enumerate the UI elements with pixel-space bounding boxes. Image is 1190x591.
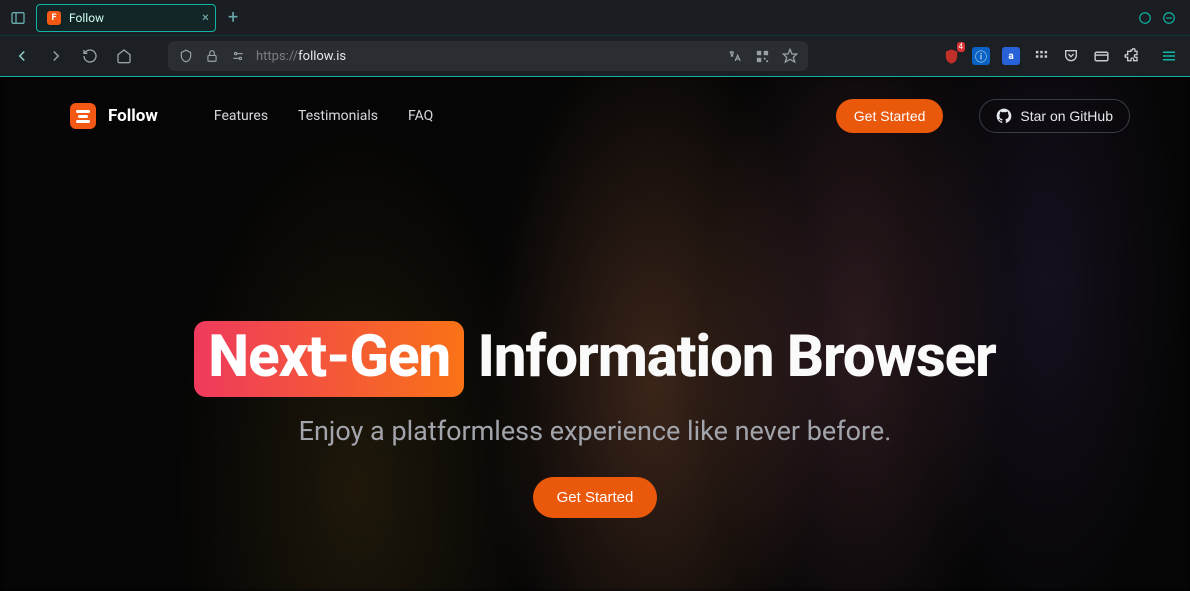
extension-grid-icon[interactable] bbox=[1032, 47, 1050, 65]
get-started-button[interactable]: Get Started bbox=[836, 99, 944, 133]
back-button[interactable] bbox=[12, 46, 32, 66]
menu-icon[interactable] bbox=[1160, 47, 1178, 65]
tab-title: Follow bbox=[69, 11, 104, 25]
extension-puzzle-icon[interactable] bbox=[1122, 47, 1140, 65]
hero-cta-wrap: Get Started bbox=[0, 477, 1190, 518]
home-button[interactable] bbox=[114, 46, 134, 66]
hero-highlight: Next-Gen bbox=[194, 321, 464, 397]
url-bar[interactable]: https://follow.is bbox=[168, 41, 808, 71]
extension-icon[interactable]: a bbox=[1002, 47, 1020, 65]
translate-icon[interactable] bbox=[726, 48, 742, 64]
tab-favicon: F bbox=[47, 11, 61, 25]
hero-subtitle: Enjoy a platformless experience like nev… bbox=[0, 415, 1190, 447]
lock-icon[interactable] bbox=[204, 48, 220, 64]
brand-logo-link[interactable]: Follow bbox=[70, 103, 158, 129]
permissions-icon[interactable] bbox=[230, 48, 246, 64]
forward-button[interactable] bbox=[46, 46, 66, 66]
star-github-button[interactable]: Star on GitHub bbox=[979, 99, 1130, 133]
github-icon bbox=[996, 108, 1012, 124]
sidebar-toggle-icon[interactable] bbox=[8, 8, 28, 28]
window-control-icon[interactable] bbox=[1138, 11, 1152, 25]
browser-toolbar: https://follow.is 4 ⓘ a bbox=[0, 36, 1190, 76]
shield-icon[interactable] bbox=[178, 48, 194, 64]
extension-pocket-icon[interactable] bbox=[1062, 47, 1080, 65]
github-button-label: Star on GitHub bbox=[1020, 108, 1113, 124]
extension-ublock-icon[interactable]: 4 bbox=[942, 47, 960, 65]
hero-title: Next-Gen Information Browser bbox=[194, 323, 995, 391]
nav-faq[interactable]: FAQ bbox=[408, 108, 433, 124]
page-content: Follow Features Testimonials FAQ Get Sta… bbox=[0, 76, 1190, 591]
nav-testimonials[interactable]: Testimonials bbox=[298, 108, 378, 124]
nav-features[interactable]: Features bbox=[214, 108, 268, 124]
close-icon[interactable]: × bbox=[202, 10, 209, 25]
browser-tab[interactable]: F Follow × bbox=[36, 4, 216, 32]
window-control-icon[interactable] bbox=[1162, 11, 1176, 25]
tab-strip: F Follow × + bbox=[0, 0, 1190, 36]
hero-title-rest: Information Browser bbox=[478, 323, 996, 391]
bookmark-star-icon[interactable] bbox=[782, 48, 798, 64]
nav-links: Features Testimonials FAQ bbox=[214, 108, 433, 124]
brand-logo-icon bbox=[70, 103, 96, 129]
hero-get-started-button[interactable]: Get Started bbox=[533, 477, 658, 518]
brand-name: Follow bbox=[108, 106, 158, 126]
hero-section: Next-Gen Information Browser Enjoy a pla… bbox=[0, 323, 1190, 518]
url-text: https://follow.is bbox=[256, 49, 716, 64]
extension-icon[interactable]: ⓘ bbox=[972, 47, 990, 65]
extensions-bar: 4 ⓘ a bbox=[942, 47, 1178, 65]
reload-button[interactable] bbox=[80, 46, 100, 66]
site-header: Follow Features Testimonials FAQ Get Sta… bbox=[0, 77, 1190, 133]
qr-icon[interactable] bbox=[754, 48, 770, 64]
browser-chrome: F Follow × + bbox=[0, 0, 1190, 76]
new-tab-button[interactable]: + bbox=[224, 7, 242, 28]
window-controls bbox=[1138, 11, 1176, 25]
extension-card-icon[interactable] bbox=[1092, 47, 1110, 65]
extension-badge: 4 bbox=[957, 42, 966, 52]
